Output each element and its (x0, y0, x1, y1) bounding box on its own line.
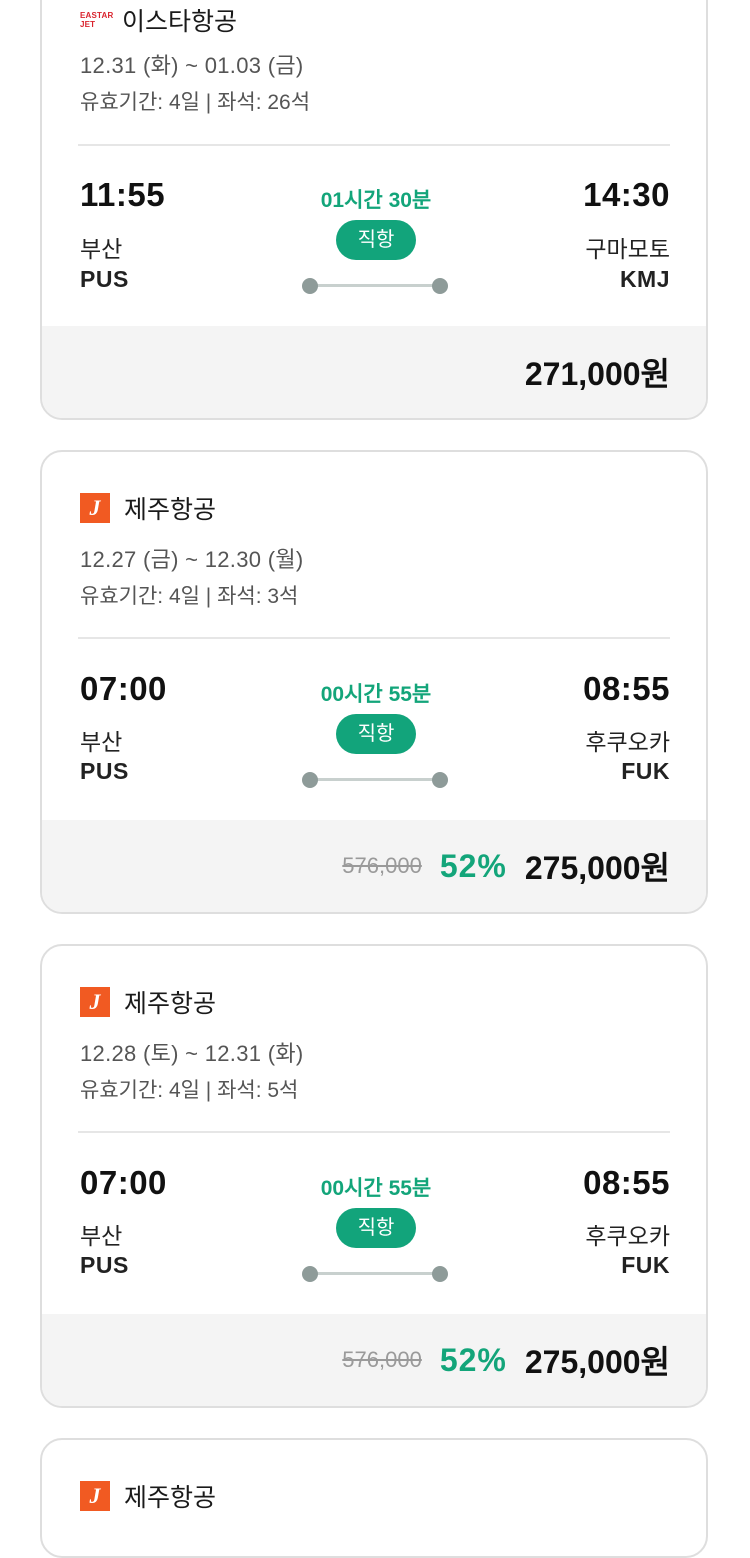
arrival-code: KMJ (619, 266, 670, 292)
arrival-dot-icon (432, 278, 448, 294)
validity-seats: 유효기간: 4일 | 좌석: 5석 (80, 1079, 299, 1102)
airline-row: EASTAR JET 이스타항공 (80, 2, 237, 38)
travel-dates: 12.31 (화) ~ 01.03 (금) (80, 53, 304, 78)
arrival-dot-icon (432, 1266, 448, 1282)
direct-badge: 직항 (336, 220, 416, 260)
discount-rate: 52% (439, 847, 507, 884)
arrival-code: FUK (621, 1252, 670, 1278)
price-bar: 271,000원 (42, 326, 706, 418)
price-bar: 576,000 52% 275,000원 (42, 820, 706, 912)
divider (78, 1131, 670, 1133)
airline-row: J 제주항공 (80, 490, 216, 526)
departure-code: PUS (80, 758, 129, 784)
departure-city: 부산 (80, 729, 123, 755)
departure-code: PUS (80, 266, 129, 292)
departure-dot-icon (302, 772, 318, 788)
price: 275,000원 (524, 1344, 670, 1380)
divider (78, 637, 670, 639)
jeju-air-logo: J (80, 1481, 110, 1511)
airline-name: 이스타항공 (122, 8, 238, 36)
price: 271,000원 (524, 356, 670, 392)
departure-dot-icon (302, 278, 318, 294)
airline-row: J 제주항공 (80, 1478, 216, 1514)
price: 275,000원 (524, 850, 670, 886)
validity-seats: 유효기간: 4일 | 좌석: 26석 (80, 91, 311, 114)
arrival-city: 구마모토 (585, 236, 670, 262)
eastar-jet-logo: EASTAR JET (80, 11, 114, 29)
original-price: 576,000 (342, 853, 422, 878)
arrival-time: 08:55 (583, 670, 670, 707)
flight-card[interactable]: EASTAR JET 이스타항공 12.31 (화) ~ 01.03 (금) 유… (40, 0, 708, 420)
direct-badge: 직항 (336, 1208, 416, 1248)
flight-card[interactable]: J 제주항공 12.28 (토) ~ 12.31 (화) 유효기간: 4일 | … (40, 944, 708, 1408)
airline-name: 제주항공 (124, 1484, 217, 1512)
arrival-time: 08:55 (583, 1164, 670, 1201)
airline-name: 제주항공 (124, 496, 217, 524)
arrival-city: 후쿠오카 (585, 729, 670, 755)
direct-badge: 직항 (336, 714, 416, 754)
arrival-dot-icon (432, 772, 448, 788)
route-line (310, 1272, 442, 1275)
route-line (310, 284, 442, 287)
jeju-air-logo: J (80, 987, 110, 1017)
departure-city: 부산 (80, 1223, 123, 1249)
arrival-code: FUK (621, 758, 670, 784)
departure-dot-icon (302, 1266, 318, 1282)
jeju-air-logo: J (80, 493, 110, 523)
departure-code: PUS (80, 1252, 129, 1278)
validity-seats: 유효기간: 4일 | 좌석: 3석 (80, 585, 299, 608)
airline-row: J 제주항공 (80, 984, 216, 1020)
travel-dates: 12.28 (토) ~ 12.31 (화) (80, 1041, 304, 1066)
airline-name: 제주항공 (124, 990, 217, 1018)
price-bar: 576,000 52% 275,000원 (42, 1314, 706, 1406)
departure-city: 부산 (80, 236, 123, 262)
flight-card[interactable]: J 제주항공 12.27 (금) ~ 12.30 (월) 유효기간: 4일 | … (40, 450, 708, 914)
travel-dates: 12.27 (금) ~ 12.30 (월) (80, 547, 304, 572)
discount-rate: 52% (439, 1341, 507, 1378)
divider (78, 144, 670, 146)
arrival-city: 후쿠오카 (585, 1223, 670, 1249)
route-line (310, 778, 442, 781)
original-price: 576,000 (342, 1347, 422, 1372)
arrival-time: 14:30 (583, 176, 670, 213)
flight-card[interactable]: J 제주항공 (40, 1438, 708, 1558)
